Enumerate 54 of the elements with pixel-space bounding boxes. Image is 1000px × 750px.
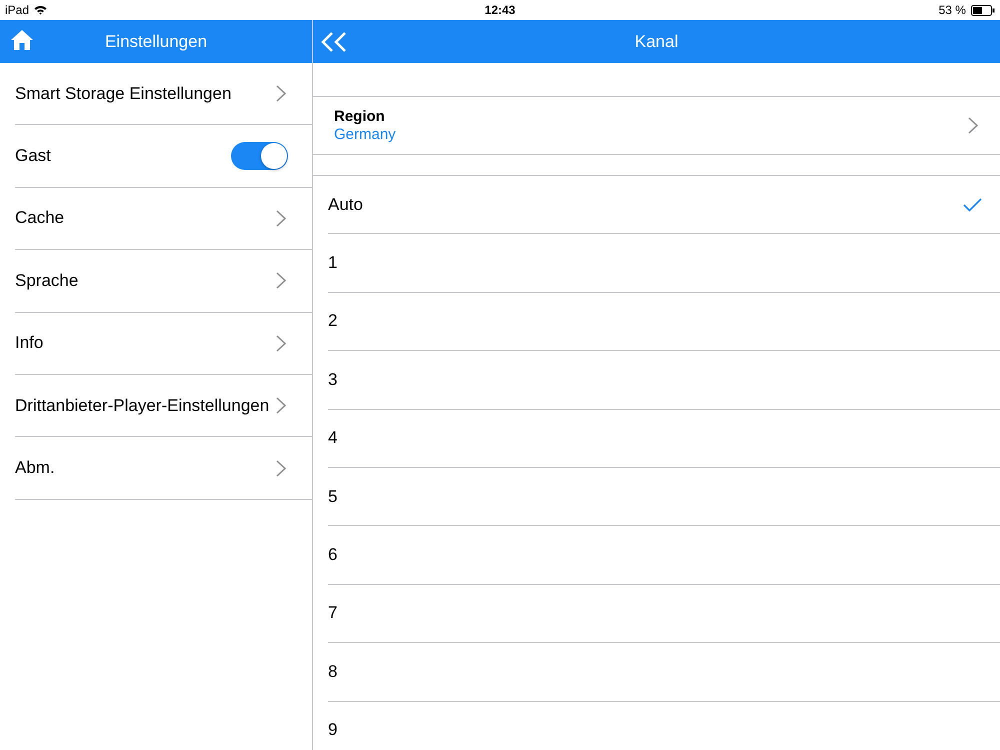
settings-row[interactable]: Smart Storage Einstellungen [15,63,312,126]
channel-label: 6 [328,545,338,566]
region-value: Germany [334,126,396,143]
settings-label: Smart Storage Einstellungen [15,84,232,104]
channel-option[interactable]: 8 [328,643,1000,702]
channel-label: 4 [328,428,338,448]
detail-title: Kanal [634,32,680,52]
chevron-icon [276,272,286,290]
home-icon[interactable] [10,29,34,51]
chevron-icon [968,117,978,134]
region-label: Region [334,108,386,125]
settings-row[interactable]: Abm. [15,437,312,500]
toggle-switch[interactable] [231,142,288,170]
settings-row[interactable]: Sprache [15,250,312,313]
chevron-icon [276,85,286,102]
settings-row[interactable]: Gast [15,125,312,188]
settings-label: Cache [15,208,64,228]
chevron-icon [276,460,286,477]
settings-label: Abm. [15,458,55,478]
channel-label: 3 [328,370,338,390]
channel-label: 8 [328,662,338,682]
channel-label: 2 [328,311,338,332]
chevron-icon [276,397,286,414]
channel-label: 9 [328,720,338,740]
channel-option[interactable]: 3 [328,351,1000,410]
settings-row[interactable]: Cache [15,188,312,250]
channel-option[interactable]: Auto [328,176,1000,234]
double-chevron-icon[interactable] [321,32,347,52]
channel-label: 7 [328,603,338,624]
wifi-icon [34,5,48,15]
settings-row[interactable]: Info [15,312,312,375]
settings-label: Gast [15,146,51,166]
chevron-icon [276,334,286,352]
channel-option[interactable]: 7 [328,584,1000,644]
channel-label: Auto [328,194,363,215]
settings-row[interactable]: Drittanbieter-Player-Einstellungen [15,374,312,438]
device-name: iPad [5,3,30,17]
channel-option[interactable]: 4 [328,410,1000,468]
channel-label: 1 [328,253,338,274]
chevron-icon [276,210,286,227]
channel-option[interactable]: 5 [328,468,1000,526]
region-row[interactable]: Region Germany [313,97,1000,155]
settings-label: Info [15,333,44,354]
channel-label: 5 [328,486,338,507]
battery-percentage: 53 % [938,3,966,17]
clock-time: 12:43 [484,3,516,17]
channel-option[interactable]: 2 [328,292,1000,352]
settings-label: Sprache [15,270,78,291]
sidebar-title: Einstellungen [104,32,208,52]
battery-icon [970,4,995,16]
channel-option[interactable]: 9 [328,702,1000,750]
settings-label: Drittanbieter-Player-Einstellungen [15,396,270,416]
channel-option[interactable]: 1 [328,234,1000,293]
channel-option[interactable]: 6 [328,526,1000,585]
